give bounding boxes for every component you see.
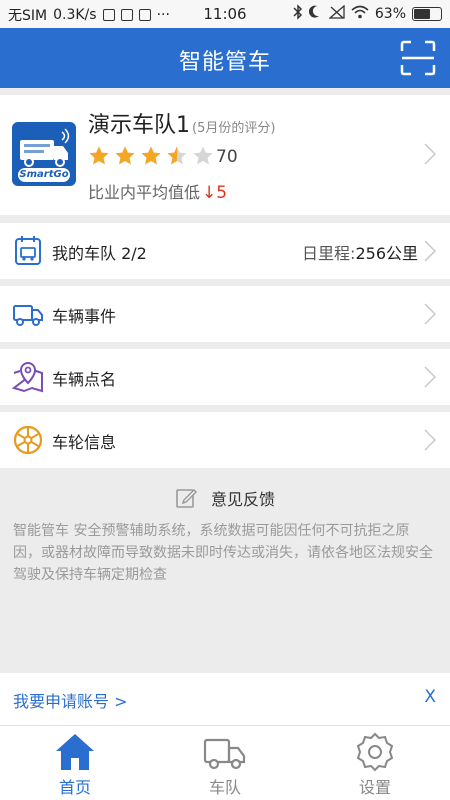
edit-icon — [176, 488, 197, 508]
tab-fleet-label: 车队 — [208, 778, 241, 797]
star-icon — [193, 146, 213, 165]
fleet-summary-card[interactable]: SmartGo 演示车队1 (5月份的评分) 70 比业内平均值低 ↓5 — [0, 95, 450, 215]
rating-period-note: (5月份的评分) — [192, 121, 276, 136]
signal-icon — [328, 4, 345, 23]
menu-row-my-fleet[interactable]: 我的车队 2/2 日里程:256公里 — [0, 223, 450, 279]
disclaimer-text: 智能管车 安全预警辅助系统，系统数据可能因任何不可抗拒之原因，或器材故障而导致数… — [13, 523, 433, 583]
chevron-right-icon — [424, 143, 436, 165]
map-pin-icon — [12, 361, 43, 393]
daily-mileage: 日里程:256公里 — [302, 240, 418, 264]
star-icon — [141, 146, 161, 165]
bluetooth-icon — [293, 4, 303, 24]
vehicle-events-label: 车辆事件 — [52, 307, 117, 326]
battery-icon — [412, 7, 442, 21]
home-icon — [56, 734, 94, 770]
daily-mileage-label: 日里程: — [302, 244, 356, 263]
feedback-label: 意见反馈 — [210, 490, 275, 509]
fleet-logo: SmartGo — [12, 122, 76, 186]
menu-row-vehicle-rollcall[interactable]: 车辆点名 — [0, 349, 450, 405]
chevron-right-icon — [424, 240, 436, 262]
calendar-truck-icon — [15, 236, 41, 265]
tab-settings-label: 设置 — [358, 778, 391, 797]
chevron-right-icon — [424, 429, 436, 451]
chevron-right-icon — [424, 303, 436, 325]
compare-delta: ↓5 — [202, 183, 228, 203]
compare-label: 比业内平均值低 — [88, 183, 201, 202]
scan-icon[interactable] — [400, 40, 436, 76]
vehicle-rollcall-label: 车辆点名 — [52, 370, 117, 389]
daily-mileage-value: 256公里 — [355, 244, 418, 263]
fleet-name: 演示车队1 (5月份的评分) — [88, 107, 275, 139]
industry-compare: 比业内平均值低 ↓5 — [88, 179, 227, 203]
logo-wordmark: SmartGo — [19, 169, 69, 180]
moon-icon — [308, 5, 323, 23]
wheel-icon — [13, 425, 43, 455]
bottom-tab-bar: 首页 车队 设置 — [0, 725, 450, 800]
menu-row-wheel-info[interactable]: 车轮信息 — [0, 412, 450, 468]
star-icon — [115, 146, 135, 165]
truck-icon — [203, 738, 246, 770]
fleet-score: 70 — [216, 147, 238, 167]
my-fleet-label: 我的车队 2/2 — [52, 244, 147, 263]
truck-icon — [13, 305, 43, 326]
apply-account-link[interactable]: 我要申请账号 > — [13, 688, 128, 712]
feedback-button[interactable]: 意见反馈 — [0, 486, 450, 513]
apply-account-bar: 我要申请账号 > X — [0, 673, 450, 725]
close-banner-button[interactable]: X — [424, 687, 436, 707]
menu-row-vehicle-events[interactable]: 车辆事件 — [0, 286, 450, 342]
fleet-name-text: 演示车队1 — [88, 113, 190, 138]
star-rating — [88, 145, 214, 167]
tab-settings[interactable]: 设置 — [300, 726, 450, 800]
chevron-right-icon — [424, 366, 436, 388]
tab-home[interactable]: 首页 — [0, 726, 150, 800]
battery-percent: 63% — [374, 6, 406, 22]
wifi-icon — [351, 5, 369, 23]
star-icon — [89, 146, 109, 165]
page-title: 智能管车 — [178, 50, 271, 75]
gear-icon — [356, 732, 394, 772]
star-icon — [167, 146, 187, 165]
app-bar: 智能管车 — [0, 28, 450, 88]
wheel-info-label: 车轮信息 — [52, 433, 117, 452]
tab-fleet[interactable]: 车队 — [150, 726, 300, 800]
tab-home-label: 首页 — [58, 778, 91, 797]
status-bar: 无SIM 0.3K/s ··· 11:06 63% — [0, 0, 450, 28]
